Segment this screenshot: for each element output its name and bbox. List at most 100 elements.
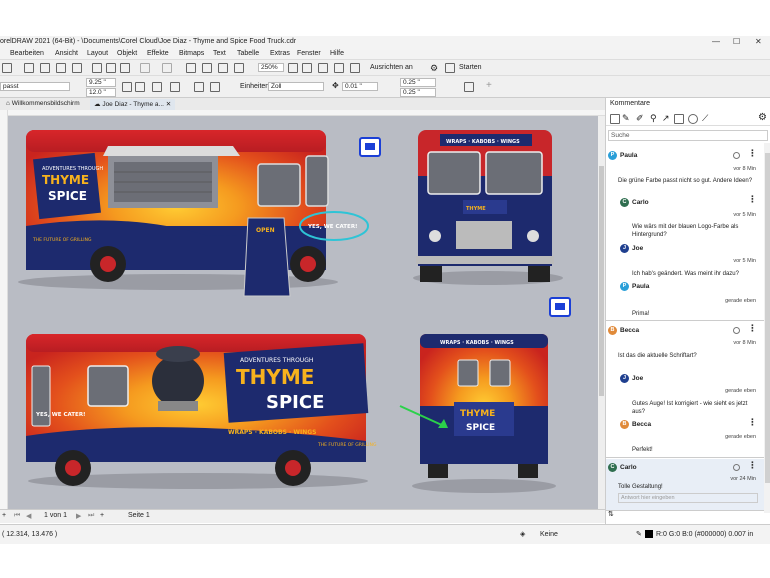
menu-fenster[interactable]: Fenster	[297, 50, 321, 57]
new-icon[interactable]	[2, 63, 12, 73]
scroll-thumb[interactable]	[599, 166, 604, 396]
menu-extras[interactable]: Extras	[270, 50, 290, 57]
search-content-icon[interactable]	[186, 63, 196, 73]
menu-objekt[interactable]: Objekt	[117, 50, 137, 57]
more-options-icon[interactable]: ⋮	[748, 460, 757, 471]
next-page-icon[interactable]: ▶	[76, 512, 81, 520]
height-field[interactable]: 12.0 "	[86, 88, 116, 97]
comment-thread[interactable]: C Carlo ⋮ vor 24 Min Tolle Gestaltung!	[606, 459, 764, 511]
nudge-field[interactable]: 0.01 "	[342, 82, 378, 91]
add-icon[interactable]: +	[486, 80, 492, 91]
pen-icon[interactable]: ✎	[622, 113, 630, 124]
reply-input[interactable]: Antwort hier eingeben	[618, 493, 758, 503]
menu-layout[interactable]: Layout	[87, 50, 108, 57]
tab-document[interactable]: ☁ Joe Diaz - Thyme a... ✕	[90, 99, 176, 110]
cloud-save-icon[interactable]	[40, 63, 50, 73]
gear-icon[interactable]: ⚙	[430, 63, 438, 74]
vertical-ruler[interactable]	[0, 110, 8, 510]
comments-search-input[interactable]: Suche	[608, 130, 768, 141]
close-button[interactable]: ✕	[755, 37, 762, 46]
rulers-icon[interactable]	[318, 63, 328, 73]
marker-icon[interactable]: ✐	[636, 113, 644, 124]
truck-front[interactable]: WRAPS · KABOBS · WINGS THYME	[413, 130, 563, 285]
scroll-thumb[interactable]	[765, 153, 770, 483]
redo-icon[interactable]	[162, 63, 172, 73]
duplicate-x-field[interactable]: 0.25 "	[400, 78, 436, 87]
add-page-icon[interactable]: +	[2, 512, 6, 519]
page-tab[interactable]: Seite 1	[128, 512, 150, 519]
comments-scrollbar[interactable]	[764, 143, 770, 513]
menu-ansicht[interactable]: Ansicht	[55, 50, 78, 57]
grid-icon[interactable]	[334, 63, 344, 73]
gear-icon[interactable]: ⚙	[758, 112, 767, 123]
units-label: Einheiten:	[240, 83, 272, 90]
full-screen-icon[interactable]	[302, 63, 312, 73]
first-page-icon[interactable]: ⏮	[14, 512, 20, 520]
add-page-end-icon[interactable]: +	[100, 512, 104, 519]
truck-side-left[interactable]: ADVENTURES THROUGH THYME SPICE THE FUTUR…	[18, 130, 369, 297]
more-options-icon[interactable]: ⋮	[748, 417, 757, 428]
portrait-icon[interactable]	[122, 82, 132, 92]
ellipse-icon[interactable]	[688, 114, 698, 124]
units-dropdown[interactable]: Zoll	[268, 82, 324, 91]
menu-bitmaps[interactable]: Bitmaps	[179, 50, 204, 57]
comment-thread[interactable]: B Becca ⋮ vor 8 Min Ist das die aktuelle…	[606, 322, 764, 458]
prev-page-icon[interactable]: ◀	[26, 512, 31, 520]
snap-to-dropdown[interactable]: Ausrichten an	[370, 64, 413, 71]
menu-text[interactable]: Text	[213, 50, 226, 57]
truck-rear[interactable]: WRAPS · KABOBS · WINGS THYME SPICE	[399, 334, 556, 493]
maximize-button[interactable]: ☐	[733, 37, 740, 46]
all-pages-icon[interactable]	[152, 82, 162, 92]
copy-icon[interactable]	[106, 63, 116, 73]
undo-icon[interactable]	[140, 63, 150, 73]
comment-thread[interactable]: P Paula ⋮ vor 8 Min Die grüne Farbe pass…	[606, 146, 764, 321]
resolve-icon[interactable]	[733, 152, 740, 159]
cut-icon[interactable]	[92, 63, 102, 73]
export-icon[interactable]	[218, 63, 228, 73]
save-icon[interactable]	[24, 63, 34, 73]
menu-hilfe[interactable]: Hilfe	[330, 50, 344, 57]
more-options-icon[interactable]: ⋮	[748, 323, 757, 334]
zoom-level-field[interactable]: 250%	[258, 63, 284, 72]
line-icon[interactable]: ⟋	[702, 113, 708, 124]
guidelines-icon[interactable]	[350, 63, 360, 73]
paste-icon[interactable]	[120, 63, 130, 73]
menu-bearbeiten[interactable]: Bearbeiten	[10, 50, 44, 57]
pin-icon[interactable]: ⚲	[650, 113, 657, 124]
resolve-icon[interactable]	[733, 327, 740, 334]
rectangle-icon[interactable]	[674, 114, 684, 124]
current-page-icon[interactable]	[194, 82, 204, 92]
more-options-icon[interactable]: ⋮	[748, 148, 757, 159]
last-page-icon[interactable]: ⏭	[88, 512, 94, 520]
launch-icon[interactable]	[445, 63, 455, 73]
landscape-icon[interactable]	[135, 82, 145, 92]
resolve-icon[interactable]	[733, 464, 740, 471]
brand-thyme-text-rear: THYME	[460, 409, 495, 419]
arrow-tool-icon[interactable]: ↗	[662, 113, 670, 124]
print-icon[interactable]	[72, 63, 82, 73]
truck-side-right[interactable]: ADVENTURES THROUGH THYME SPICE WRAPS · K…	[26, 334, 377, 489]
comment-icon[interactable]	[610, 114, 620, 124]
comment-marker-2[interactable]	[549, 297, 571, 317]
start-dropdown[interactable]: Starten	[459, 64, 482, 71]
sort-icon[interactable]: ⇅	[608, 510, 614, 518]
pdf-icon[interactable]	[234, 63, 244, 73]
drawing-canvas[interactable]: ADVENTURES THROUGH THYME SPICE THE FUTUR…	[8, 116, 598, 509]
bleed-icon[interactable]	[464, 82, 474, 92]
import-icon[interactable]	[202, 63, 212, 73]
zoom-page-icon[interactable]	[288, 63, 298, 73]
minimize-button[interactable]: —	[712, 37, 720, 46]
canvas-vertical-scrollbar[interactable]	[598, 116, 605, 509]
menu-effekte[interactable]: Effekte	[147, 50, 169, 57]
tab-welcome[interactable]: ⌂ Willkommensbildschirm	[2, 99, 84, 110]
comment-marker-1[interactable]	[359, 137, 381, 157]
width-field[interactable]: 9.25 "	[86, 78, 116, 87]
menu-tabelle[interactable]: Tabelle	[237, 50, 259, 57]
preset-dropdown[interactable]: passt	[0, 82, 70, 91]
duplicate-y-field[interactable]: 0.25 "	[400, 88, 436, 97]
food-truck-artwork[interactable]: ADVENTURES THROUGH THYME SPICE THE FUTUR…	[8, 116, 598, 509]
more-options-icon[interactable]: ⋮	[748, 194, 757, 205]
cloud-upload-icon[interactable]	[56, 63, 66, 73]
page-layout-icon[interactable]	[210, 82, 220, 92]
page-icon[interactable]	[170, 82, 180, 92]
